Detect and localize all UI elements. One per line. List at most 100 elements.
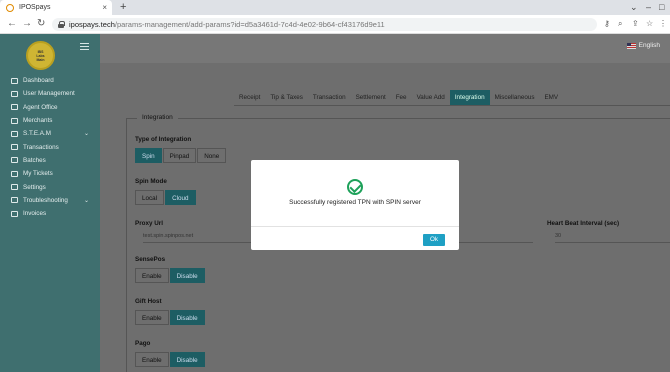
sidebar-item-label: Settings bbox=[23, 183, 46, 191]
spin-mode-group: Local Cloud bbox=[135, 190, 197, 205]
reload-icon[interactable]: ↻ bbox=[37, 18, 45, 29]
chevron-down-icon[interactable]: ⌄ bbox=[630, 2, 638, 13]
sidebar-item-merchants[interactable]: Merchants bbox=[0, 114, 100, 127]
gift-host-disable[interactable]: Disable bbox=[169, 310, 205, 325]
hamburger-menu-icon[interactable] bbox=[80, 43, 89, 50]
language-selector[interactable]: English bbox=[626, 42, 660, 49]
top-header: English bbox=[100, 34, 670, 63]
url-path: /params-management/add-params?id=d5a3461… bbox=[114, 20, 385, 29]
pago-toggle: Enable Disable bbox=[135, 352, 206, 367]
sidebar-item-invoices[interactable]: Invoices bbox=[0, 207, 100, 220]
logo-text-3: Main bbox=[36, 57, 45, 62]
sidebar-item-batches[interactable]: Batches bbox=[0, 154, 100, 167]
bookmark-star-icon[interactable]: ☆ bbox=[646, 19, 653, 28]
sidebar-item-label: Invoices bbox=[23, 210, 47, 218]
sidebar-item-troubleshooting[interactable]: Troubleshooting ⌄ bbox=[0, 194, 100, 207]
us-flag-icon bbox=[626, 42, 636, 49]
lock-icon bbox=[58, 21, 65, 28]
local-option[interactable]: Local bbox=[135, 190, 165, 205]
forward-icon[interactable]: → bbox=[22, 18, 32, 29]
sidebar-item-label: Troubleshooting bbox=[23, 196, 68, 204]
sidebar-item-label: Transactions bbox=[23, 143, 59, 151]
close-tab-icon[interactable]: × bbox=[102, 3, 107, 12]
sidebar-menu: Dashboard User Management Agent Office M… bbox=[0, 74, 100, 220]
sidebar-item-my-tickets[interactable]: My Tickets bbox=[0, 167, 100, 180]
heart-beat-interval-label: Heart Beat Interval (sec) bbox=[547, 220, 620, 227]
sidebar-item-label: Merchants bbox=[23, 117, 53, 125]
url-field[interactable]: ipospays.tech/params-management/add-para… bbox=[52, 18, 597, 31]
browser-menu-icon[interactable]: ⋮ bbox=[659, 19, 667, 28]
pago-label: Pago bbox=[135, 340, 151, 347]
sensepos-disable[interactable]: Disable bbox=[169, 268, 205, 283]
heart-beat-interval-input[interactable]: 30 bbox=[555, 231, 670, 243]
spin-option[interactable]: Spin bbox=[135, 148, 162, 163]
sidebar-item-label: My Tickets bbox=[23, 170, 53, 178]
gift-host-enable[interactable]: Enable bbox=[135, 310, 169, 325]
invoice-icon bbox=[11, 210, 18, 217]
sidebar-item-settings[interactable]: Settings bbox=[0, 180, 100, 193]
minimize-icon[interactable]: – bbox=[646, 2, 651, 12]
new-tab-icon[interactable]: + bbox=[120, 1, 126, 13]
agent-icon bbox=[11, 104, 18, 111]
site-favicon-icon bbox=[6, 3, 14, 12]
sensepos-enable[interactable]: Enable bbox=[135, 268, 169, 283]
success-check-icon bbox=[347, 179, 363, 195]
tabs-divider bbox=[234, 105, 670, 106]
tab-emv[interactable]: EMV bbox=[539, 90, 563, 105]
tab-settlement[interactable]: Settlement bbox=[351, 90, 391, 105]
fieldset-legend: Integration bbox=[137, 114, 178, 121]
browser-tab-title: IPOSpays bbox=[19, 4, 51, 11]
type-of-integration-label: Type of Integration bbox=[135, 136, 192, 143]
tab-integration[interactable]: Integration bbox=[449, 90, 490, 105]
chevron-down-icon: ⌄ bbox=[83, 131, 89, 138]
pago-enable[interactable]: Enable bbox=[135, 352, 169, 367]
batches-icon bbox=[11, 157, 18, 164]
gift-host-toggle: Enable Disable bbox=[135, 310, 206, 325]
address-bar: ← → ↻ ipospays.tech/params-management/ad… bbox=[0, 15, 670, 34]
sidebar-item-dashboard[interactable]: Dashboard bbox=[0, 74, 100, 87]
browser-tab-bar: IPOSpays × + ⌄ – □ bbox=[0, 0, 670, 15]
zoom-icon[interactable]: ⌕ bbox=[618, 19, 622, 29]
proxy-url-label: Proxy Url bbox=[135, 220, 163, 227]
tab-value-add[interactable]: Value Add bbox=[412, 90, 450, 105]
merchant-icon bbox=[11, 117, 18, 124]
device-icon bbox=[11, 130, 18, 137]
cloud-option[interactable]: Cloud bbox=[165, 190, 196, 205]
none-option[interactable]: None bbox=[197, 148, 227, 163]
sidebar-item-transactions[interactable]: Transactions bbox=[0, 140, 100, 153]
pinpad-option[interactable]: Pinpad bbox=[162, 148, 197, 163]
tab-miscellaneous[interactable]: Miscellaneous bbox=[490, 90, 540, 105]
sidebar-item-agent-office[interactable]: Agent Office bbox=[0, 101, 100, 114]
dialog-divider bbox=[251, 226, 459, 227]
sidebar-item-user-management[interactable]: User Management bbox=[0, 87, 100, 100]
tab-tip-taxes[interactable]: Tip & Taxes bbox=[265, 90, 308, 105]
company-logo: IBS Labs Main bbox=[26, 41, 55, 70]
tab-transaction[interactable]: Transaction bbox=[308, 90, 351, 105]
url-host: ipospays.tech bbox=[69, 20, 115, 29]
ok-button[interactable]: Ok bbox=[423, 234, 445, 246]
browser-tab[interactable]: IPOSpays × bbox=[0, 0, 112, 15]
tab-fee[interactable]: Fee bbox=[391, 90, 412, 105]
key-icon[interactable]: ⚷ bbox=[604, 19, 610, 28]
gift-host-label: Gift Host bbox=[135, 298, 162, 305]
pago-disable[interactable]: Disable bbox=[169, 352, 205, 367]
users-icon bbox=[11, 90, 18, 97]
success-message: Successfully registered TPN with SPIN se… bbox=[289, 199, 421, 206]
sensepos-label: SensePos bbox=[135, 256, 166, 263]
settings-tabs: Receipt Tip & Taxes Transaction Settleme… bbox=[234, 90, 563, 105]
sidebar-item-steam[interactable]: S.T.E.A.M ⌄ bbox=[0, 127, 100, 140]
ticket-icon bbox=[11, 170, 18, 177]
back-icon[interactable]: ← bbox=[7, 18, 17, 29]
sidebar-item-label: S.T.E.A.M bbox=[23, 130, 51, 138]
sidebar: IBS Labs Main Dashboard User Management … bbox=[0, 34, 100, 372]
wrench-icon bbox=[11, 197, 18, 204]
restore-icon[interactable]: □ bbox=[659, 2, 664, 12]
sidebar-item-label: User Management bbox=[23, 90, 75, 98]
home-icon bbox=[11, 77, 18, 84]
tab-receipt[interactable]: Receipt bbox=[234, 90, 265, 105]
chevron-down-icon: ⌄ bbox=[83, 197, 89, 204]
transactions-icon bbox=[11, 144, 18, 151]
share-icon[interactable]: ⇪ bbox=[632, 19, 639, 28]
language-label: English bbox=[638, 42, 660, 49]
spin-mode-label: Spin Mode bbox=[135, 178, 167, 185]
